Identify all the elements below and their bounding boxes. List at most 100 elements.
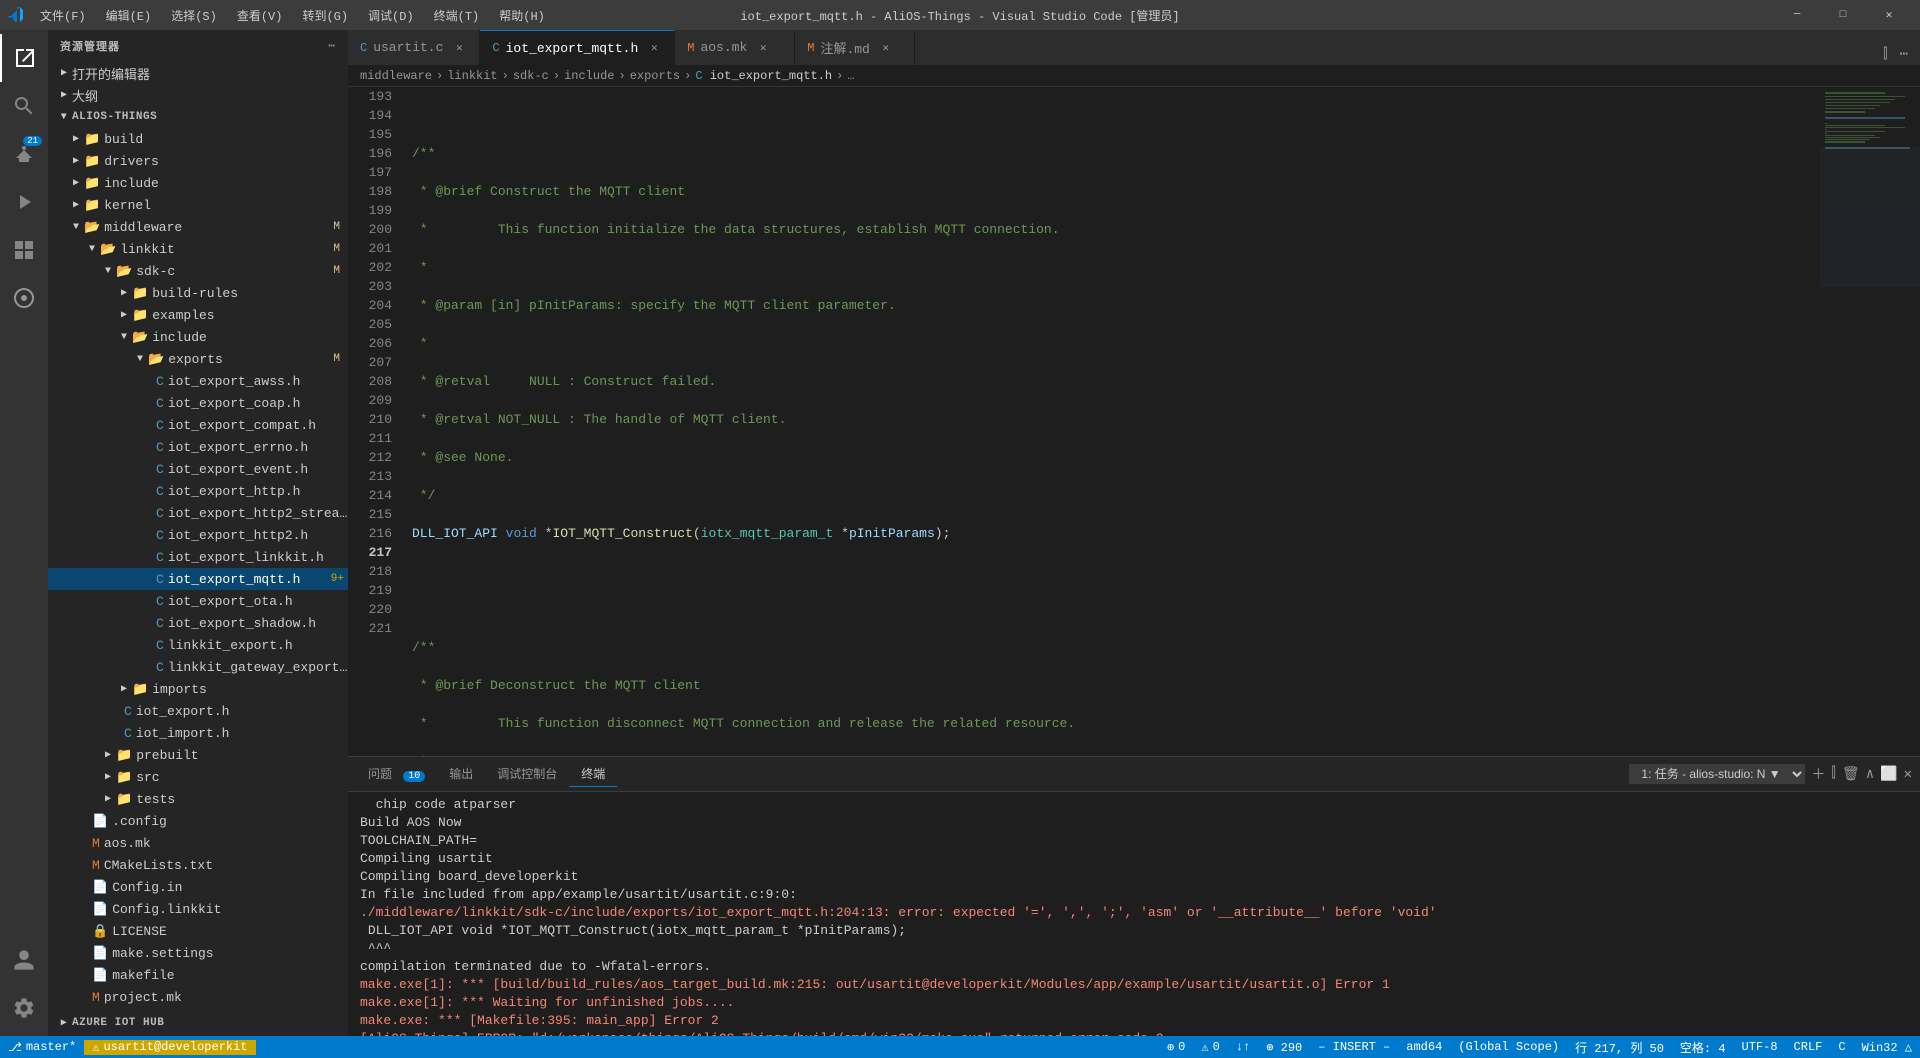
- sidebar-item-iot-export-linkkit[interactable]: C iot_export_linkkit.h: [48, 546, 348, 568]
- sidebar-item-src[interactable]: ▶ 📁 src: [48, 766, 348, 788]
- status-build-target[interactable]: ⚠ usartit@developerkit: [84, 1040, 255, 1055]
- sidebar-item-sdk-c[interactable]: ▼ 📂 sdk-c M: [48, 260, 348, 282]
- sidebar-item-prebuilt[interactable]: ▶ 📁 prebuilt: [48, 744, 348, 766]
- close-panel-icon[interactable]: ✕: [1904, 766, 1912, 783]
- sidebar-item-include[interactable]: ▼ 📂 include: [48, 326, 348, 348]
- sidebar-item-make-settings[interactable]: 📄 make.settings: [48, 942, 348, 964]
- status-warnings[interactable]: ⚠ 0: [1193, 1040, 1227, 1055]
- sidebar-item-alios-things[interactable]: ▼ ALIOS-THINGS: [48, 106, 348, 128]
- sidebar-item-linkkit-gateway-export[interactable]: C linkkit_gateway_export.h: [48, 656, 348, 678]
- menu-select[interactable]: 选择(S): [163, 5, 225, 26]
- sidebar-item-build[interactable]: ▶ 📁 build: [48, 128, 348, 150]
- tab-close-icon[interactable]: ✕: [451, 40, 467, 56]
- sidebar-item-iot-export-h[interactable]: C iot_export.h: [48, 700, 348, 722]
- activity-explorer[interactable]: [0, 34, 48, 82]
- menu-debug[interactable]: 调试(D): [360, 5, 422, 26]
- panel-tab-terminal[interactable]: 终端: [569, 761, 617, 787]
- chevron-up-icon[interactable]: ∧: [1866, 766, 1874, 783]
- sidebar-item-iot-export-shadow[interactable]: C iot_export_shadow.h: [48, 612, 348, 634]
- sidebar-item-include-root[interactable]: ▶ 📁 include: [48, 172, 348, 194]
- sidebar-item-kernel[interactable]: ▶ 📁 kernel: [48, 194, 348, 216]
- menu-goto[interactable]: 转到(G): [294, 5, 356, 26]
- minimize-button[interactable]: ─: [1774, 0, 1820, 30]
- activity-run[interactable]: [0, 178, 48, 226]
- breadcrumb-exports[interactable]: exports: [630, 69, 680, 83]
- sidebar-item-iot-export-coap[interactable]: C iot_export_coap.h: [48, 392, 348, 414]
- sidebar-item-config-linkkit[interactable]: 📄 Config.linkkit: [48, 898, 348, 920]
- menu-file[interactable]: 文件(F): [32, 5, 94, 26]
- sidebar-item-aos-mk[interactable]: M aos.mk: [48, 832, 348, 854]
- title-bar-controls[interactable]: ─ □ ✕: [1774, 0, 1912, 30]
- maximize-button[interactable]: □: [1820, 0, 1866, 30]
- sidebar-item-azure-iot-hub[interactable]: ▶ AZURE IOT HUB: [48, 1012, 348, 1034]
- sidebar-more-icon[interactable]: ⋯: [328, 39, 336, 53]
- status-scope[interactable]: (Global Scope): [1450, 1040, 1567, 1054]
- breadcrumb-symbol[interactable]: …: [847, 69, 854, 83]
- breadcrumb-middleware[interactable]: middleware: [360, 69, 432, 83]
- sidebar-item-iot-export-http2[interactable]: C iot_export_http2.h: [48, 524, 348, 546]
- status-platform[interactable]: Win32 △: [1854, 1040, 1920, 1055]
- sidebar-content[interactable]: ▶ 打开的编辑器 ▶ 大纲 ▼ ALIOS-THINGS ▶ 📁 build: [48, 62, 348, 1036]
- sidebar-item-license[interactable]: 🔒 LICENSE: [48, 920, 348, 942]
- status-line-ending[interactable]: CRLF: [1786, 1040, 1831, 1054]
- sidebar-item-outline[interactable]: ▶ 大纲: [48, 84, 348, 106]
- tab-close-icon[interactable]: ✕: [646, 40, 662, 56]
- maximize-panel-icon[interactable]: ⬜: [1880, 766, 1897, 783]
- sidebar-item-middleware[interactable]: ▼ 📂 middleware M: [48, 216, 348, 238]
- sidebar-item-iot-export-awss[interactable]: C iot_export_awss.h: [48, 370, 348, 392]
- sidebar-item-iot-export-mqtt[interactable]: C iot_export_mqtt.h 9+: [48, 568, 348, 590]
- status-arch[interactable]: amd64: [1398, 1040, 1450, 1054]
- title-bar-menu[interactable]: 文件(F) 编辑(E) 选择(S) 查看(V) 转到(G) 调试(D) 终端(T…: [32, 5, 553, 26]
- close-button[interactable]: ✕: [1866, 0, 1912, 30]
- sidebar-item-linkkit-export[interactable]: C linkkit_export.h: [48, 634, 348, 656]
- activity-remote[interactable]: [0, 274, 48, 322]
- menu-help[interactable]: 帮助(H): [491, 5, 553, 26]
- task-selector[interactable]: 1: 任务 - alios-studio: N ▼: [1629, 764, 1805, 784]
- tab-close-icon[interactable]: ✕: [878, 40, 894, 56]
- more-actions-icon[interactable]: ⋯: [1896, 44, 1912, 65]
- add-panel-icon[interactable]: ＋: [1811, 764, 1825, 784]
- panel-tab-problems[interactable]: 问题 10: [356, 761, 437, 787]
- sidebar-item-project-mk[interactable]: M project.mk: [48, 986, 348, 1008]
- split-panel-icon[interactable]: ⫿: [1831, 766, 1835, 782]
- sidebar-item-build-rules[interactable]: ▶ 📁 build-rules: [48, 282, 348, 304]
- tab-usartit-c[interactable]: C usartit.c ✕: [348, 30, 480, 65]
- status-encoding[interactable]: UTF-8: [1734, 1040, 1786, 1054]
- status-position[interactable]: 行 217, 列 50: [1567, 1039, 1672, 1056]
- sidebar-item-iot-export-compat[interactable]: C iot_export_compat.h: [48, 414, 348, 436]
- status-git-branch[interactable]: ⎇ master*: [0, 1040, 84, 1055]
- activity-search[interactable]: [0, 82, 48, 130]
- status-indent[interactable]: 空格: 4: [1672, 1039, 1734, 1056]
- sidebar-item-config-in[interactable]: 📄 Config.in: [48, 876, 348, 898]
- menu-terminal[interactable]: 终端(T): [426, 5, 488, 26]
- sidebar-item-makefile[interactable]: 📄 makefile: [48, 964, 348, 986]
- split-editor-icon[interactable]: ⫿: [1879, 45, 1891, 65]
- sidebar-item-drivers[interactable]: ▶ 📁 drivers: [48, 150, 348, 172]
- sidebar-item-iot-export-http[interactable]: C iot_export_http.h: [48, 480, 348, 502]
- breadcrumb-include[interactable]: include: [564, 69, 614, 83]
- activity-settings[interactable]: [0, 984, 48, 1032]
- sidebar-item-iot-export-http2-stream[interactable]: C iot_export_http2_stream.h: [48, 502, 348, 524]
- activity-source-control[interactable]: 21: [0, 130, 48, 178]
- breadcrumb-sdk-c[interactable]: sdk-c: [513, 69, 549, 83]
- sidebar-item-open-editors[interactable]: ▶ 打开的编辑器: [48, 62, 348, 84]
- activity-extensions[interactable]: [0, 226, 48, 274]
- status-notifications[interactable]: ⊕ 290: [1258, 1040, 1310, 1055]
- sidebar-item-examples[interactable]: ▶ 📁 examples: [48, 304, 348, 326]
- status-sync[interactable]: ↓↑: [1228, 1040, 1258, 1054]
- sidebar-item-tests[interactable]: ▶ 📁 tests: [48, 788, 348, 810]
- tab-aos-mk[interactable]: M aos.mk ✕: [675, 30, 795, 65]
- sidebar-item-iot-export-event[interactable]: C iot_export_event.h: [48, 458, 348, 480]
- code-content[interactable]: /** * @brief Construct the MQTT client *…: [400, 87, 1820, 756]
- breadcrumb-linkkit[interactable]: linkkit: [447, 69, 497, 83]
- menu-edit[interactable]: 编辑(E): [98, 5, 160, 26]
- terminal-content[interactable]: chip code atparser Build AOS Now TOOLCHA…: [348, 792, 1920, 1036]
- panel-tab-debug-console[interactable]: 调试控制台: [485, 761, 569, 787]
- sidebar-item-linkkit[interactable]: ▼ 📂 linkkit M: [48, 238, 348, 260]
- sidebar-item-cmakelists[interactable]: M CMakeLists.txt: [48, 854, 348, 876]
- tab-bar-actions[interactable]: ⫿ ⋯: [1871, 44, 1920, 65]
- sidebar-item-config[interactable]: 📄 .config: [48, 810, 348, 832]
- activity-accounts[interactable]: [0, 936, 48, 984]
- tab-close-icon[interactable]: ✕: [755, 40, 771, 56]
- panel-tab-output[interactable]: 输出: [437, 761, 485, 787]
